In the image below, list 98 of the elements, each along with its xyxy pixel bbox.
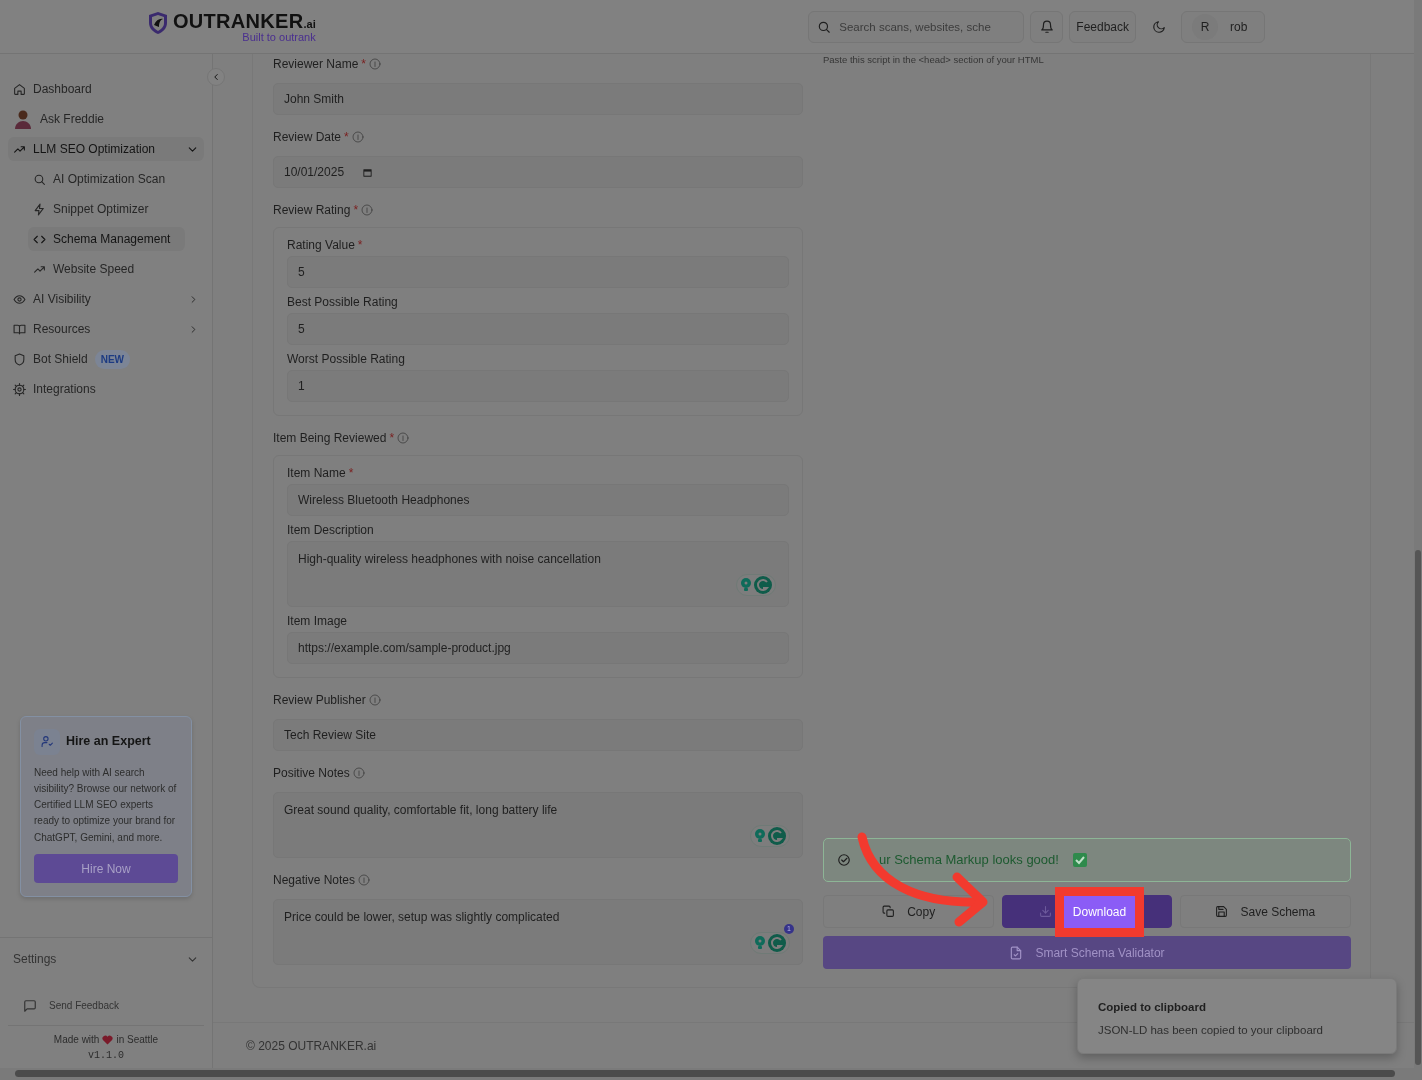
sidebar-item[interactable]: AI Visibility — [8, 287, 204, 311]
field-label: Negative Notes — [273, 872, 356, 889]
text-field[interactable]: Wireless Bluetooth Headphones — [287, 484, 789, 516]
feedback-button[interactable]: Feedback — [1069, 10, 1136, 43]
eye-icon — [13, 292, 26, 306]
toast-message: JSON-LD has been copied to your clipboard — [1098, 1023, 1324, 1039]
chat-icon — [23, 998, 37, 1013]
check-box-icon — [1072, 853, 1087, 867]
shield-icon — [13, 352, 26, 366]
field-label: Positive Notes — [273, 765, 350, 782]
heart-icon — [102, 1035, 114, 1045]
search-icon — [33, 172, 46, 186]
bulb-icon — [754, 936, 766, 950]
text-field[interactable]: 1 — [287, 370, 789, 402]
check-circle-icon — [837, 853, 851, 867]
sidebar-subitem[interactable]: AI Optimization Scan — [28, 167, 185, 191]
field-label: Review Publisher — [273, 692, 366, 709]
logo-icon — [146, 10, 170, 35]
text-field[interactable]: https://example.com/sample-product.jpg — [287, 632, 789, 664]
logo-tagline: Built to outrank — [242, 31, 316, 43]
validation-message: ur Schema Markup looks good! — [823, 838, 1351, 882]
required-mark: * — [389, 430, 395, 447]
field-label: Item Image — [287, 613, 348, 630]
required-mark: * — [361, 56, 367, 73]
settings-icon — [13, 382, 26, 396]
user-avatar: R — [1192, 13, 1218, 40]
card-title: Hire an Expert — [66, 733, 151, 751]
sidebar-item[interactable]: Resources — [8, 317, 204, 341]
footer-copyright: © 2025 OUTRANKER.ai — [246, 1037, 377, 1055]
sidebar-item[interactable]: Dashboard — [8, 77, 204, 101]
field-label: Item Name — [287, 465, 346, 482]
text-field[interactable]: 5 — [287, 256, 789, 288]
vertical-scrollbar[interactable] — [1414, 0, 1422, 1068]
required-mark: * — [344, 129, 349, 146]
bulb-icon — [754, 829, 766, 843]
hire-now-button[interactable]: Hire Now — [34, 854, 178, 883]
sidebar-subitem[interactable]: Website Speed — [28, 257, 185, 281]
sidebar-item[interactable]: Integrations — [8, 377, 204, 401]
text-area[interactable]: High-quality wireless headphones with noise cancellation — [287, 541, 789, 607]
assistant-logo-icon — [768, 934, 786, 952]
field-label: Reviewer Name — [273, 56, 359, 73]
collapse-sidebar-button[interactable] — [207, 68, 225, 86]
bulb-icon — [740, 578, 752, 592]
logo[interactable]: OUTRANKER.ai Built to outrank — [146, 10, 316, 43]
sidebar-item[interactable]: LLM SEO Optimization — [8, 137, 204, 161]
text-field[interactable]: John Smith — [273, 83, 803, 115]
sidebar-item[interactable]: Ask Freddie — [8, 107, 204, 131]
field-label: Worst Possible Rating — [287, 351, 405, 368]
text-area[interactable]: Great sound quality, comfortable fit, long battery life — [273, 792, 803, 858]
user-menu-button[interactable]: R rob — [1181, 10, 1265, 43]
home-icon — [13, 82, 26, 96]
bell-icon — [1039, 19, 1054, 34]
date-field[interactable]: 10/01/2025 — [273, 156, 803, 188]
download-icon — [1038, 905, 1052, 918]
logo-suffix: .ai — [303, 17, 316, 30]
validator-button[interactable]: Smart Schema Validator — [823, 936, 1351, 969]
field-label: Best Possible Rating — [287, 294, 398, 311]
made-in-text: in Seattle — [116, 1033, 159, 1047]
writing-assistant-badge[interactable] — [750, 932, 790, 954]
required-mark: * — [357, 237, 363, 254]
field-label: Review Date — [273, 129, 342, 146]
horizontal-scrollbar[interactable] — [0, 1068, 1422, 1080]
field-label: Item Description — [287, 522, 374, 539]
avatar-icon — [13, 109, 33, 129]
save-button[interactable]: Save Schema — [1179, 895, 1351, 928]
moon-icon — [1151, 19, 1166, 34]
book-icon — [13, 322, 26, 336]
sidebar-subitem[interactable]: Schema Management — [28, 227, 185, 251]
toast-title: Copied to clipboard — [1098, 1000, 1207, 1015]
field-label: Review Rating — [273, 202, 351, 219]
search-field[interactable]: Search scans, websites, sche — [808, 10, 1025, 43]
text-field[interactable]: 5 — [287, 313, 789, 345]
send-feedback-link[interactable]: Send Feedback — [23, 998, 199, 1013]
settings-toggle[interactable]: Settings — [13, 950, 199, 968]
new-badge: NEW — [94, 349, 131, 369]
made-with-text: Made with — [53, 1033, 100, 1047]
calendar-icon — [362, 166, 374, 178]
field-label: Rating Value — [287, 237, 355, 254]
sidebar-item[interactable]: Bot Shield NEW — [8, 347, 204, 371]
field-label: Item Being Reviewed — [273, 430, 387, 447]
logo-wordmark: OUTRANKER — [173, 9, 304, 32]
file-check-icon — [1009, 945, 1024, 960]
writing-assistant-badge[interactable] — [736, 574, 776, 596]
assistant-logo-icon — [768, 827, 786, 845]
save-icon — [1215, 905, 1229, 918]
sidebar-subitem[interactable]: Snippet Optimizer — [28, 197, 185, 221]
notifications-button[interactable] — [1030, 10, 1064, 43]
assistant-logo-icon — [754, 576, 772, 594]
required-mark: * — [348, 465, 354, 482]
text-field[interactable]: Tech Review Site — [273, 719, 803, 751]
chevron-left-icon — [211, 72, 221, 82]
card-text: Need help with AI search visibility? Browse our network of Certified LLM SEO experts ready to optimize your brand for ChatGPT, Gemini, and more. — [34, 765, 178, 845]
version-text: v1.1.0 — [87, 1049, 125, 1063]
required-mark: * — [353, 202, 359, 219]
copy-icon — [882, 905, 896, 918]
lightning-icon — [33, 202, 46, 216]
writing-assistant-badge[interactable] — [750, 825, 790, 847]
user-check-icon — [40, 735, 54, 748]
